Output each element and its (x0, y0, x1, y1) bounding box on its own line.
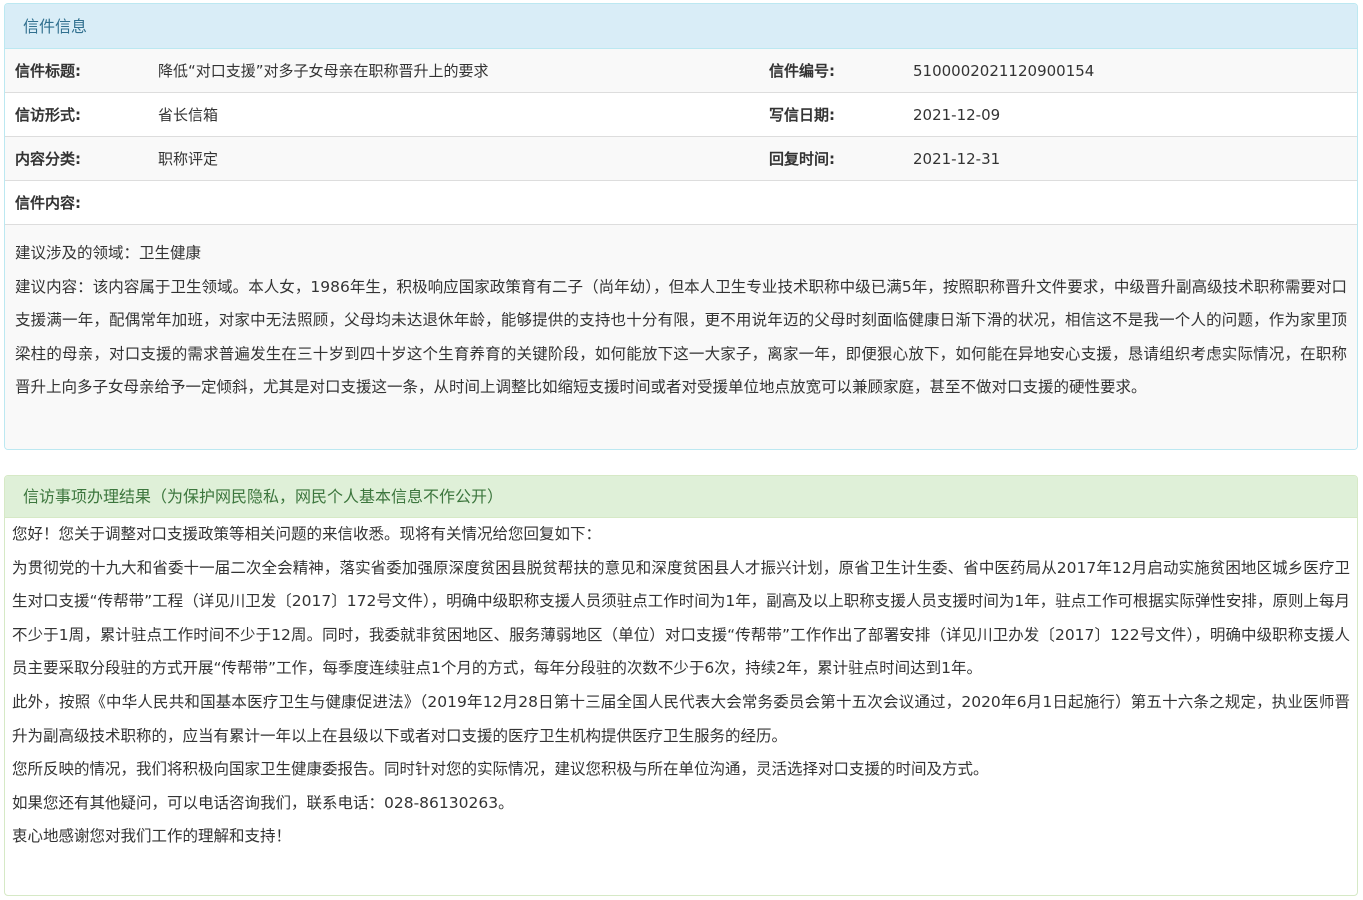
letter-content: 建议涉及的领域：卫生健康 建议内容：该内容属于卫生领域。本人女，1986年生，积… (5, 225, 1357, 449)
letter-title-value: 降低“对口支援”对多子女母亲在职称晋升上的要求 (148, 49, 759, 93)
result-paragraph: 您所反映的情况，我们将积极向国家卫生健康委报告。同时针对您的实际情况，建议您积极… (12, 760, 989, 779)
reply-time-label: 回复时间: (759, 136, 903, 181)
reply-time-value: 2021-12-31 (903, 136, 1357, 181)
table-row: 信访形式: 省长信箱 写信日期: 2021-12-09 (5, 92, 1357, 137)
result-paragraph: 此外，按照《中华人民共和国基本医疗卫生与健康促进法》（2019年12月28日第十… (12, 692, 1350, 745)
result-heading: 信访事项办理结果（为保护网民隐私，网民个人基本信息不作公开） (5, 476, 1357, 518)
result-paragraph: 衷心地感谢您对我们工作的理解和支持！ (12, 827, 292, 846)
letter-info-table: 信件标题: 降低“对口支援”对多子女母亲在职称晋升上的要求 信件编号: 5100… (5, 49, 1357, 225)
letter-form-value: 省长信箱 (148, 92, 759, 137)
letter-number-label: 信件编号: (759, 49, 903, 93)
content-label: 信件内容: (5, 180, 1357, 225)
letter-title-label: 信件标题: (5, 49, 148, 93)
write-date-label: 写信日期: (759, 92, 903, 137)
write-date-value: 2021-12-09 (903, 92, 1357, 137)
content-domain: 建议涉及的领域：卫生健康 (15, 244, 202, 262)
result-paragraph: 为贯彻党的十九大和省委十一届二次全会精神，落实省委加强原深度贫困县脱贫帮扶的意见… (12, 558, 1350, 678)
table-row: 内容分类: 职称评定 回复时间: 2021-12-31 (5, 136, 1357, 181)
result-body: 您好！您关于调整对口支援政策等相关问题的来信收悉。现将有关情况给您回复如下： 为… (5, 518, 1357, 854)
category-label: 内容分类: (5, 136, 148, 181)
result-panel: 信访事项办理结果（为保护网民隐私，网民个人基本信息不作公开） 您好！您关于调整对… (4, 475, 1358, 896)
table-row: 信件标题: 降低“对口支援”对多子女母亲在职称晋升上的要求 信件编号: 5100… (5, 49, 1357, 93)
table-row: 信件内容: (5, 180, 1357, 225)
letter-form-label: 信访形式: (5, 92, 148, 137)
category-value: 职称评定 (148, 136, 759, 181)
letter-info-heading: 信件信息 (5, 4, 1357, 49)
letter-info-panel: 信件信息 信件标题: 降低“对口支援”对多子女母亲在职称晋升上的要求 信件编号:… (4, 3, 1358, 450)
content-text: 建议内容：该内容属于卫生领域。本人女，1986年生，积极响应国家政策育有二子（尚… (15, 277, 1347, 397)
letter-number-value: 5100002021120900154 (903, 49, 1357, 93)
result-paragraph: 您好！您关于调整对口支援政策等相关问题的来信收悉。现将有关情况给您回复如下： (12, 525, 602, 543)
result-paragraph: 如果您还有其他疑问，可以电话咨询我们，联系电话：028-86130263。 (12, 793, 514, 812)
